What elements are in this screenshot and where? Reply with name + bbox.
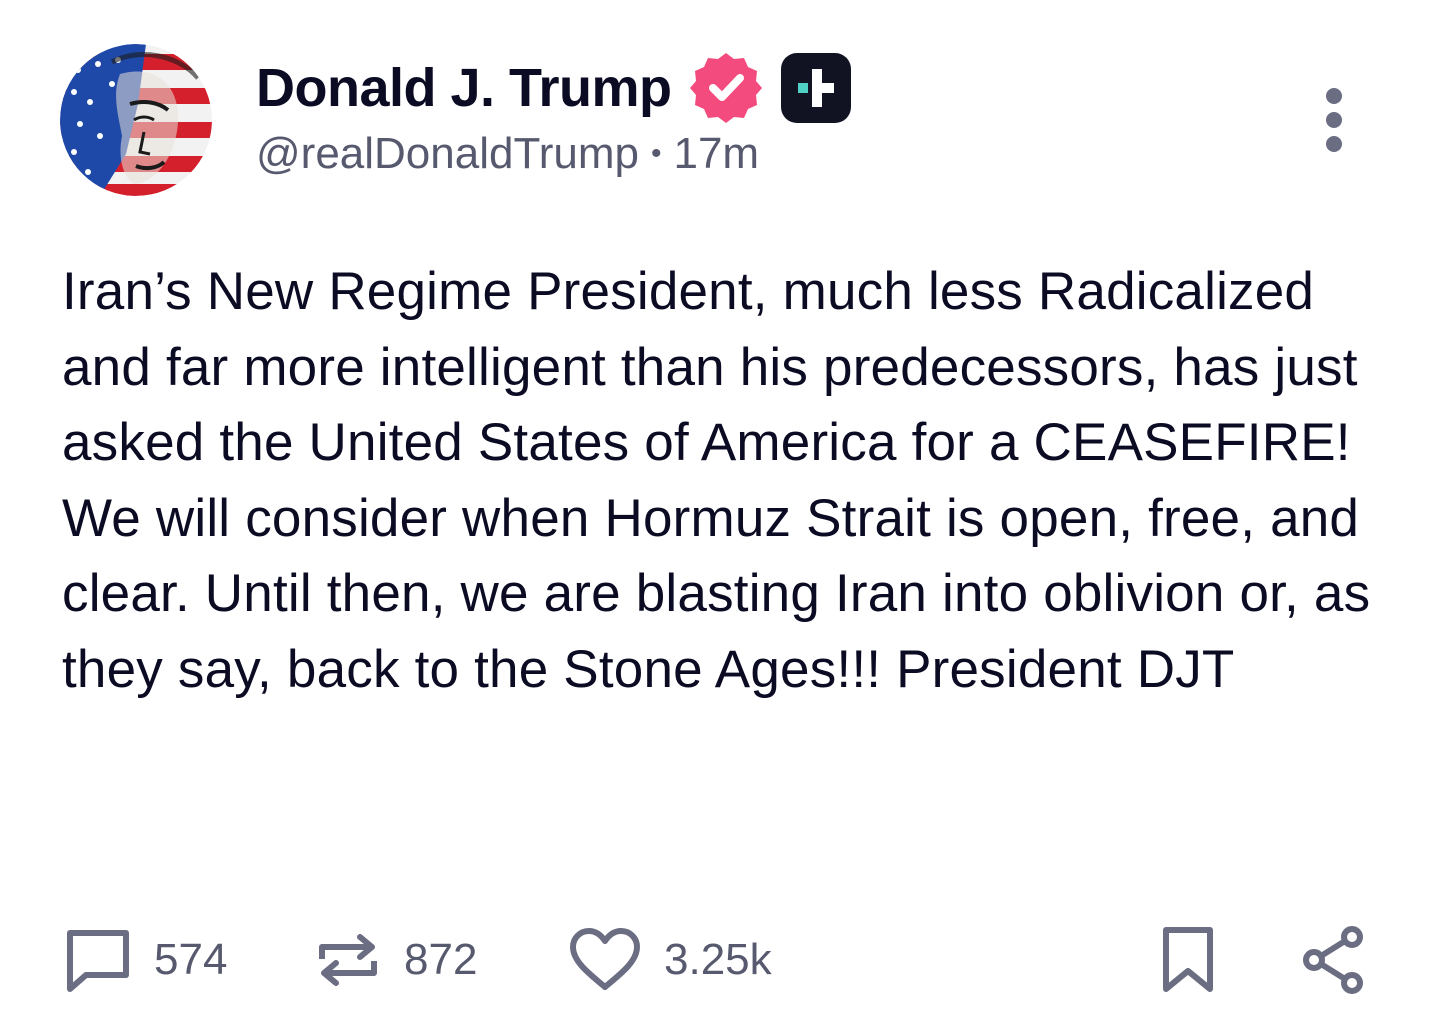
reply-icon [64,927,132,993]
reply-count: 574 [154,935,228,984]
meta-separator: • [650,137,662,170]
share-icon [1300,925,1366,995]
heart-icon [568,927,642,993]
repost-button[interactable]: 872 [314,918,477,1002]
avatar-image [60,44,212,196]
action-bar: 574 872 3.25k [0,918,1440,1008]
like-button[interactable]: 3.25k [568,918,772,1002]
more-options-icon[interactable] [1318,86,1350,156]
avatar[interactable] [60,44,212,196]
verified-badge-icon [688,50,764,126]
post-timestamp[interactable]: 17m [673,132,759,176]
repost-count: 872 [404,935,478,984]
post-header: Donald J. Trump @realDonaldTrump • 17m [256,48,854,176]
post-body-text: Iran’s New Regime President, much less R… [62,262,1386,699]
like-count: 3.25k [664,935,772,984]
bookmark-button[interactable] [1160,918,1216,1002]
reply-button[interactable]: 574 [64,918,227,1002]
plus-badge-icon [778,50,854,126]
repost-icon [314,925,382,995]
handle[interactable]: @realDonaldTrump [256,132,639,176]
meta-row: @realDonaldTrump • 17m [256,132,854,176]
bookmark-icon [1160,925,1216,995]
post-card: Donald J. Trump @realDonaldTrump • 17m I… [0,0,1440,1031]
name-row: Donald J. Trump [256,48,854,128]
share-button[interactable] [1300,918,1366,1002]
display-name[interactable]: Donald J. Trump [256,61,672,115]
